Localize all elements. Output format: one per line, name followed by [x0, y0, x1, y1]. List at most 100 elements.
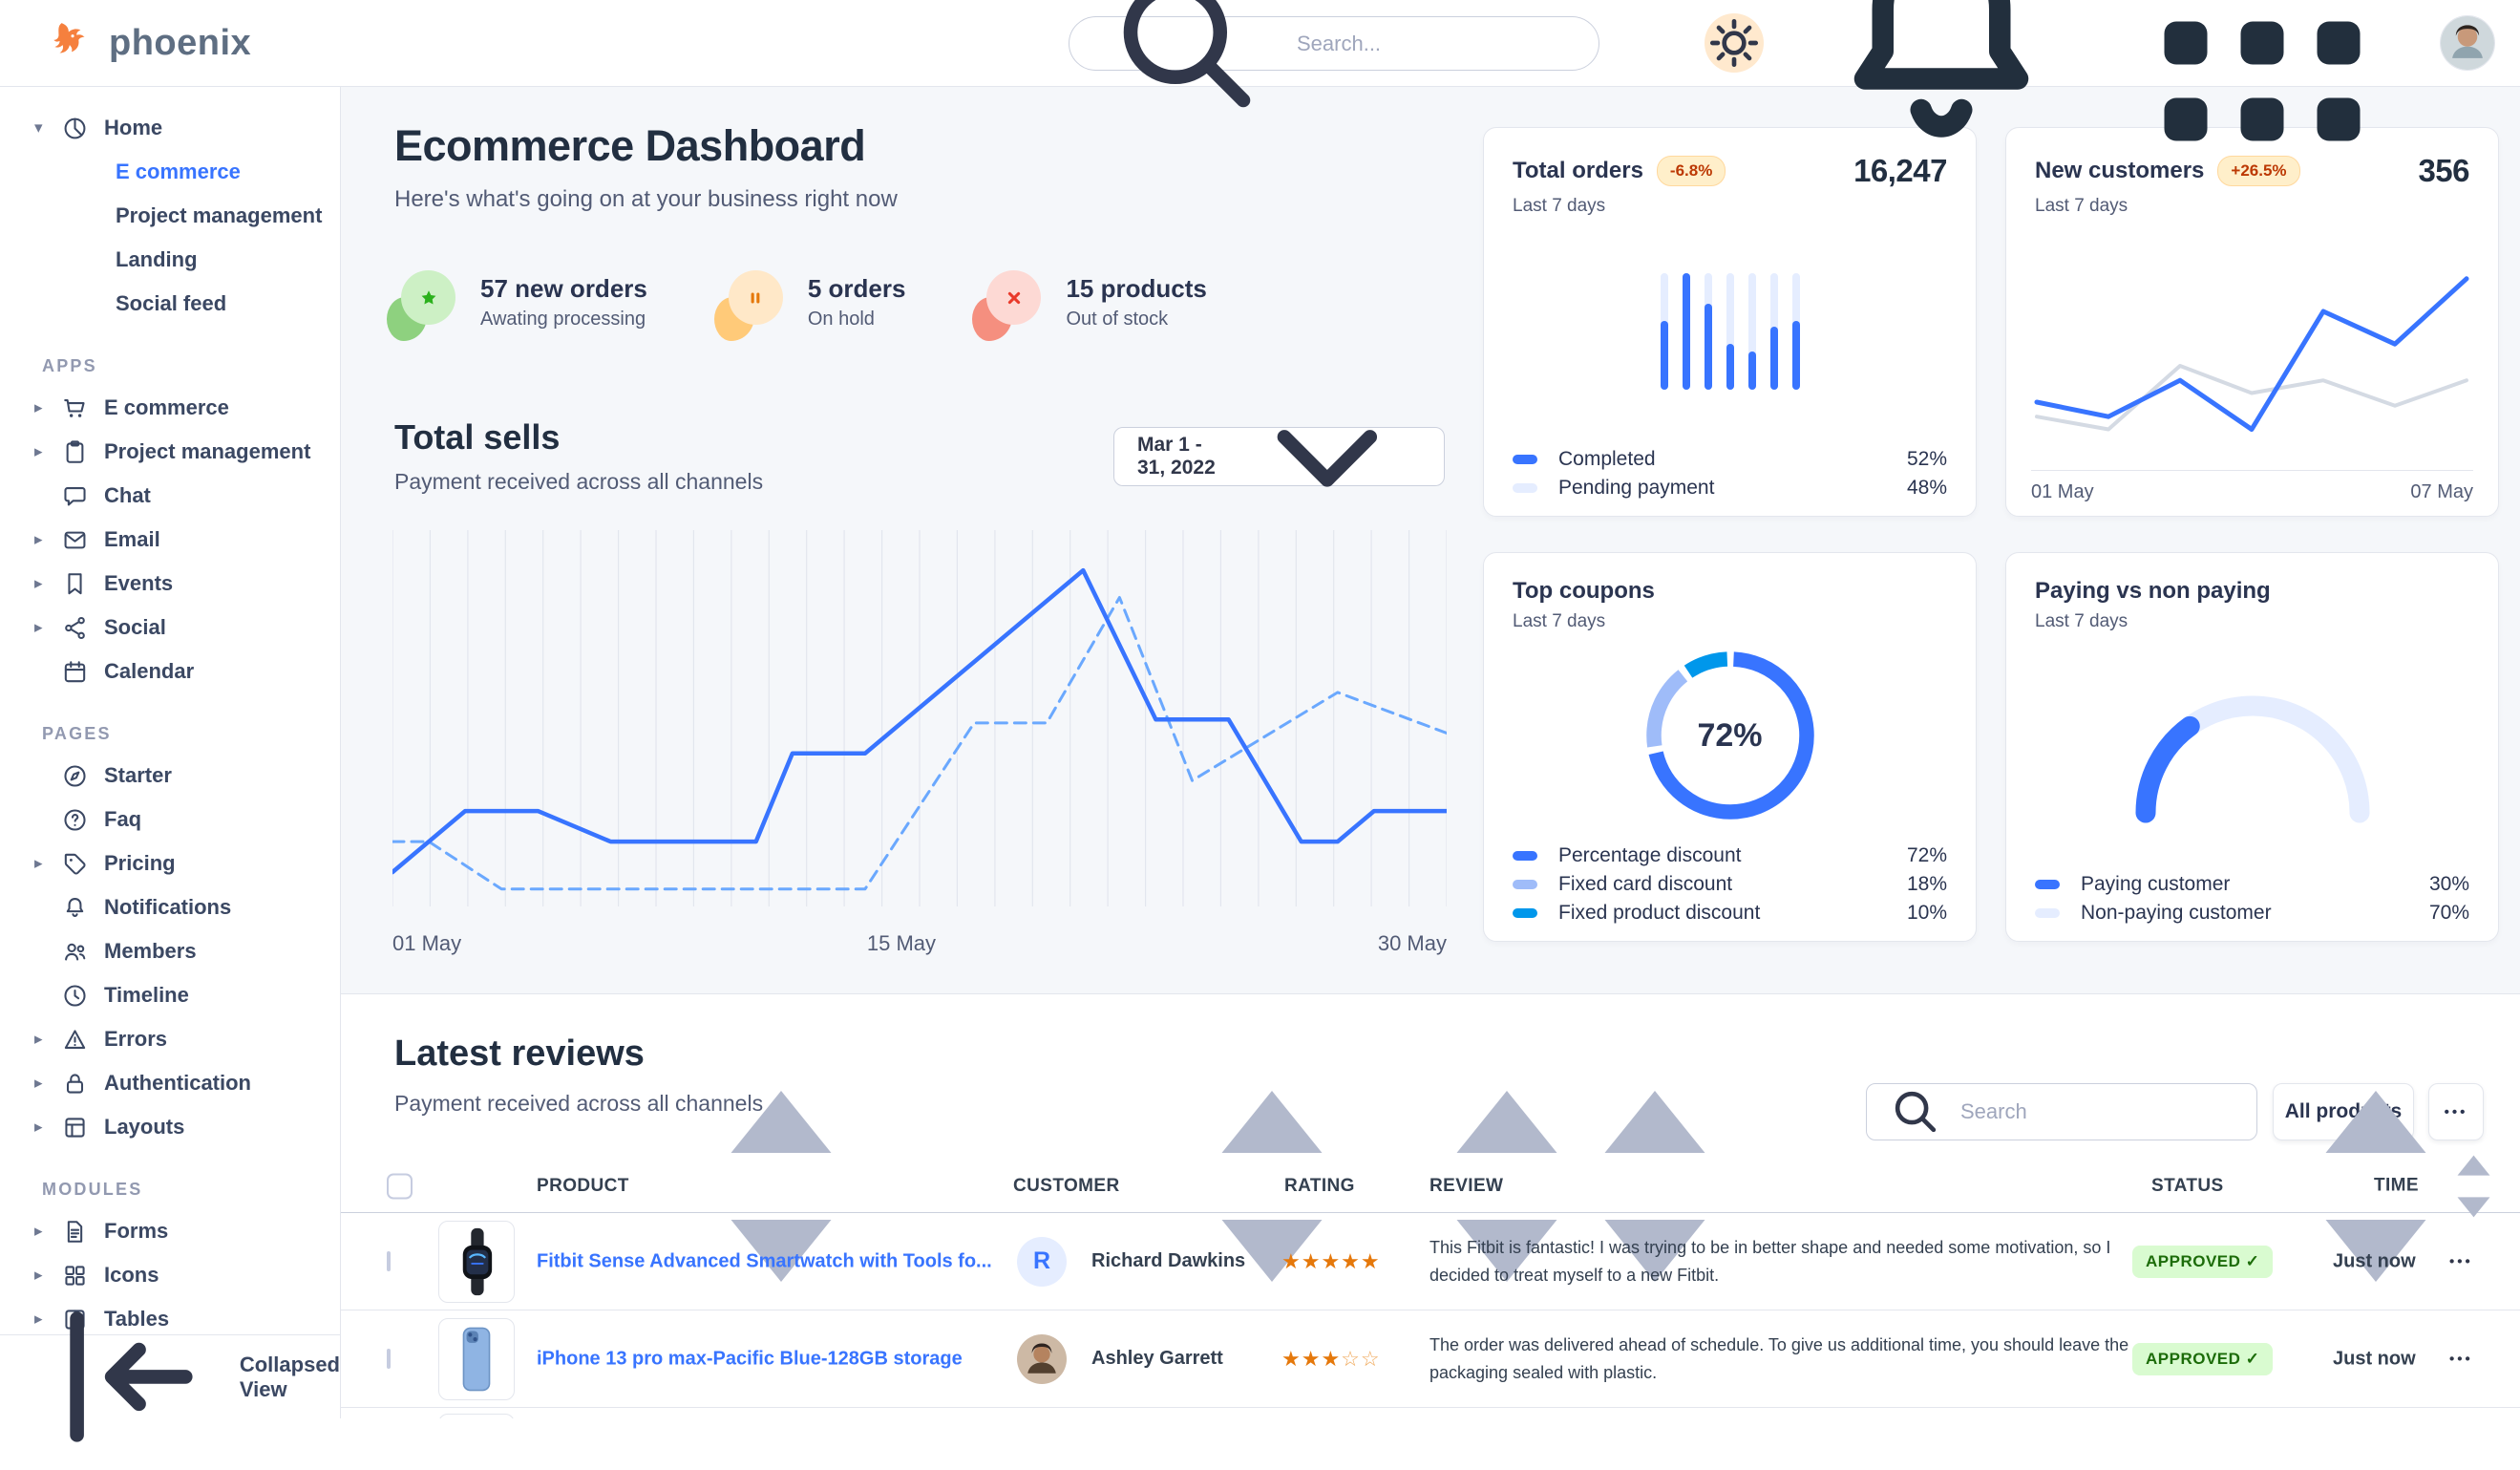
stat-title: 15 products	[1066, 274, 1206, 304]
collapsed-view-toggle[interactable]: Collapsed View	[0, 1334, 340, 1418]
stat-subtitle: Awating processing	[480, 309, 647, 330]
clipboard-icon	[61, 438, 104, 466]
stat-blob	[718, 270, 783, 333]
new-customers-x-axis: 01 May 07 May	[2031, 470, 2473, 503]
question-circle-icon	[61, 806, 104, 834]
dashboard-section: Ecommerce Dashboard Here's what's going …	[341, 87, 2520, 994]
review-time: Just now	[2333, 1250, 2416, 1272]
top-coupons-donut-chart: 72%	[1640, 645, 1821, 826]
date-range-select[interactable]: Mar 1 - 31, 2022	[1113, 427, 1445, 486]
bar-fill	[1726, 344, 1734, 390]
sidebar-item-label: Social	[104, 615, 166, 640]
caret-down-icon: ▾	[34, 118, 61, 138]
sidebar-item-social-feed[interactable]: Social feed	[0, 282, 340, 326]
sidebar-item-events[interactable]: ▸Events	[0, 562, 340, 606]
sidebar-item-email[interactable]: ▸Email	[0, 518, 340, 562]
sidebar-item-starter[interactable]: Starter	[0, 754, 340, 798]
legend-swatch	[1513, 455, 1537, 464]
page-title: Ecommerce Dashboard	[394, 121, 865, 171]
table-row: Fitbit Sense Advanced Smartwatch with To…	[341, 1213, 2520, 1310]
legend-row: Fixed card discount18%	[1513, 870, 1947, 899]
legend-value: 72%	[1907, 844, 1947, 867]
sidebar-item-social[interactable]: ▸ Social	[0, 606, 340, 650]
bar-fill	[1792, 321, 1800, 390]
bar-track	[1770, 273, 1778, 390]
legend-value: 48%	[1907, 477, 1947, 500]
caret-right-icon: ▸	[34, 618, 61, 637]
sidebar-item-chat[interactable]: Chat	[0, 474, 340, 518]
sidebar-item-calendar[interactable]: Calendar	[0, 650, 340, 693]
stat-subtitle: Out of stock	[1066, 309, 1206, 330]
bar-fill	[1683, 273, 1690, 390]
sidebar-item-e-commerce[interactable]: E commerce	[0, 150, 340, 194]
user-avatar[interactable]	[2440, 15, 2495, 71]
product-link[interactable]: Fitbit Sense Advanced Smartwatch with To…	[537, 1250, 992, 1272]
sidebar-item-e-commerce[interactable]: ▸E commerce	[0, 386, 340, 430]
card-paying-vs-non-paying: Paying vs non paying Last 7 days Paying …	[2005, 552, 2499, 942]
sidebar-item-label: Forms	[104, 1219, 168, 1244]
sidebar-item-label: Starter	[104, 763, 172, 788]
select-all-checkbox[interactable]	[387, 1173, 413, 1199]
sidebar-item-pricing[interactable]: ▸Pricing	[0, 842, 340, 885]
row-checkbox[interactable]	[387, 1253, 391, 1270]
sidebar-item-project-management[interactable]: ▸Project management	[0, 430, 340, 474]
customer-cell: Ashley Garrett	[1017, 1334, 1223, 1384]
legend-row: Paying customer 30%	[2035, 870, 2469, 899]
users-icon	[61, 938, 104, 966]
paying-legend: Paying customer30%Non-paying customer70%	[2035, 870, 2469, 927]
review-text: This Fitbit is fantastic! I was trying t…	[1429, 1234, 2141, 1289]
theme-toggle-button[interactable]	[1705, 13, 1764, 73]
sidebar-item-home[interactable]: ▾Home	[0, 106, 340, 150]
sidebar-item-authentication[interactable]: ▸Authentication	[0, 1061, 340, 1105]
stat-title: 57 new orders	[480, 274, 647, 304]
global-search[interactable]	[1069, 16, 1599, 71]
apps-menu-button[interactable]	[2119, 0, 2405, 186]
sidebar-item-faq[interactable]: Faq	[0, 798, 340, 842]
date-range-value: Mar 1 - 31, 2022	[1137, 434, 1234, 479]
sidebar-item-members[interactable]: Members	[0, 929, 340, 973]
star-icon	[401, 270, 455, 325]
product-image	[438, 1414, 515, 1418]
legend-row: Fixed product discount10%	[1513, 899, 1947, 927]
status-badge: APPROVED ✓	[2132, 1343, 2273, 1375]
legend-label: Percentage discount	[1558, 844, 1741, 867]
sidebar-item-errors[interactable]: ▸Errors	[0, 1017, 340, 1061]
status-badge: APPROVED ✓	[2132, 1246, 2273, 1278]
product-link[interactable]: iPhone 13 pro max-Pacific Blue-128GB sto…	[537, 1348, 963, 1370]
caret-right-icon: ▸	[34, 1074, 61, 1093]
new-customers-line-chart	[2031, 260, 2472, 467]
sidebar-item-timeline[interactable]: Timeline	[0, 973, 340, 1017]
collapsed-view-label: Collapsed View	[240, 1353, 340, 1402]
row-checkbox[interactable]	[387, 1351, 391, 1368]
sidebar-item-notifications[interactable]: Notifications	[0, 885, 340, 929]
caret-right-icon: ▸	[34, 854, 61, 873]
sidebar-item-landing[interactable]: Landing	[0, 238, 340, 282]
customer-name: Ashley Garrett	[1091, 1348, 1223, 1370]
pause-icon	[729, 270, 783, 325]
sidebar-item-forms[interactable]: ▸ Forms	[0, 1209, 340, 1253]
global-search-input[interactable]	[1295, 31, 1574, 57]
row-menu-button[interactable]: •••	[2449, 1253, 2473, 1269]
svg-text:30 May: 30 May	[1378, 931, 1447, 955]
stat-57-new-orders: 57 new orders Awating processing	[391, 270, 647, 333]
legend-label: Paying customer	[2081, 873, 2230, 896]
caret-right-icon: ▸	[34, 1118, 61, 1137]
paying-gauge-chart	[2105, 660, 2401, 837]
caret-right-icon: ▸	[34, 1222, 61, 1241]
legend-value: 30%	[2429, 873, 2469, 896]
legend-label: Fixed card discount	[1558, 873, 1732, 896]
sidebar-item-label: Notifications	[104, 895, 231, 920]
bar-track	[1705, 273, 1712, 390]
stats-row: 57 new ordersAwating processing5 ordersO…	[391, 270, 1207, 333]
row-menu-button[interactable]: •••	[2449, 1351, 2473, 1367]
app-logo[interactable]: phoenix	[48, 0, 251, 86]
sidebar-nav: ▾HomeE commerceProject managementLanding…	[0, 106, 340, 1385]
navbar-actions	[1705, 0, 2495, 86]
card-period: Last 7 days	[1513, 196, 1947, 217]
sidebar-item-layouts[interactable]: ▸Layouts	[0, 1105, 340, 1149]
kpi-cards: Total orders -6.8% 16,247 Last 7 days Co…	[1483, 127, 2499, 942]
product-image	[438, 1221, 515, 1303]
notifications-button[interactable]	[1798, 0, 2085, 186]
sidebar-item-label: Faq	[104, 807, 141, 832]
sidebar-item-project-management[interactable]: Project management	[0, 194, 340, 238]
